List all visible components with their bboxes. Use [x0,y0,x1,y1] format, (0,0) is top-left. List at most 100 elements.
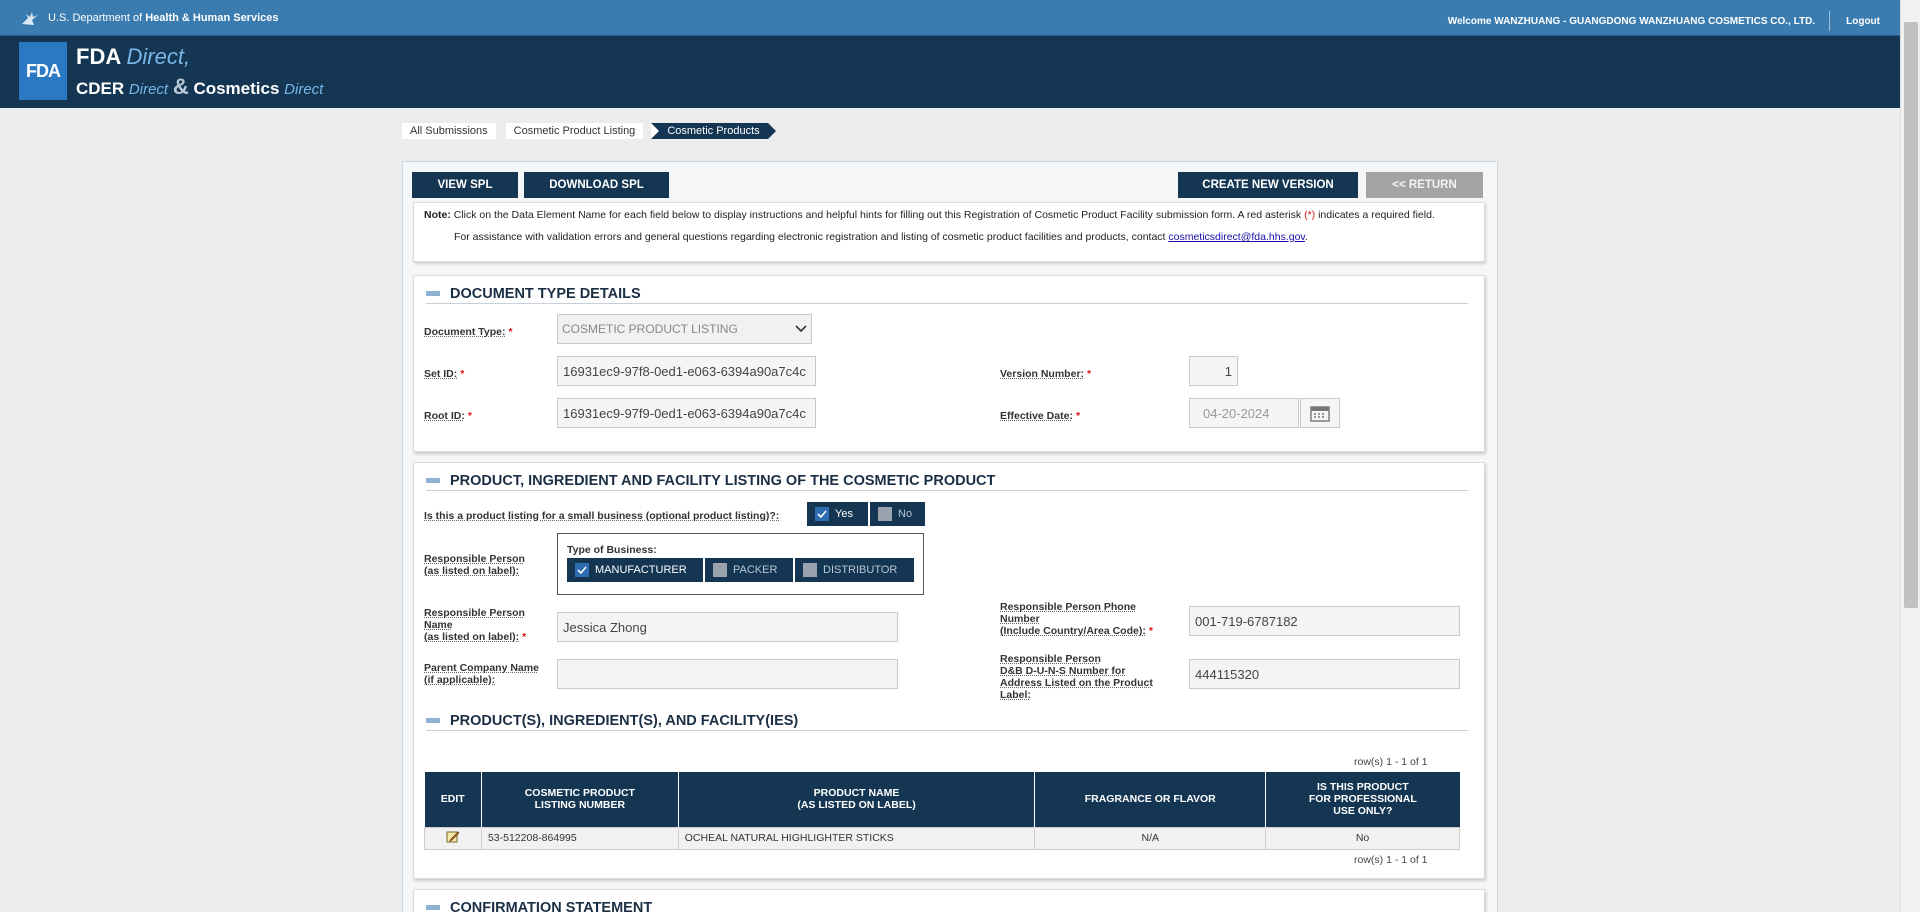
checkbox-icon [878,507,892,521]
phone-label-line1: Responsible Person Phone [1000,601,1136,613]
vertical-scrollbar[interactable] [1900,0,1920,912]
scrollbar-thumb[interactable] [1904,22,1918,608]
document-type-panel: DOCUMENT TYPE DETAILS Document Type: * CO… [413,275,1485,452]
section-title-document-type: DOCUMENT TYPE DETAILS [426,284,1468,304]
brand-direct: Direct, [126,44,191,69]
breadcrumb-all-submissions[interactable]: All Submissions [402,123,496,139]
section-title-text: DOCUMENT TYPE DETAILS [450,285,641,302]
name-label-line1: Responsible Person [424,607,525,619]
required-asterisk: * [508,326,513,338]
name-label-line3: (as listed on label): [424,631,520,643]
version-number-field[interactable]: 1 [1189,356,1238,386]
collapse-icon[interactable] [426,718,440,723]
document-type-value: COSMETIC PRODUCT LISTING [562,322,738,336]
required-asterisk: * [460,368,465,380]
section-title-products: PRODUCT(S), INGREDIENT(S), AND FACILITY(… [426,711,1468,731]
duns-number-label[interactable]: Responsible Person D&B D-U-N-S Number fo… [1000,653,1153,701]
required-asterisk: * [467,410,472,422]
small-business-no[interactable]: No [870,502,925,526]
business-packer[interactable]: PACKER [705,558,793,582]
set-id-label-text: Set ID: [424,368,458,380]
effective-date-field[interactable]: 04-20-2024 [1189,398,1299,428]
duns-number-field[interactable]: 444115320 [1189,659,1460,689]
small-business-label[interactable]: Is this a product listing for a small bu… [424,510,779,522]
checkbox-icon [803,563,817,577]
phone-number-field[interactable]: 001-719-6787182 [1189,606,1460,636]
breadcrumb-cosmetic-product-listing[interactable]: Cosmetic Product Listing [505,123,644,139]
collapse-icon[interactable] [426,291,440,296]
breadcrumb: All Submissions Cosmetic Product Listing… [402,123,778,139]
table-row[interactable]: 53-512208-864995 OCHEAL NATURAL HIGHLIGH… [424,826,1460,850]
chevron-down-icon [795,325,807,333]
set-id-field[interactable]: 16931ec9-97f8-0ed1-e063-6394a90a7c4c [557,356,816,386]
responsible-person-label[interactable]: Responsible Person (as listed on label): [424,553,525,577]
phone-number-label[interactable]: Responsible Person Phone Number (Include… [1000,601,1153,637]
header-product-name[interactable]: PRODUCT NAME (AS LISTED ON LABEL) [678,772,1036,827]
document-type-label[interactable]: Document Type: * [424,326,513,338]
responsible-person-name-label[interactable]: Responsible Person Name (as listed on la… [424,607,526,643]
yes-label: Yes [835,508,853,520]
fda-direct-title: FDA Direct, [76,44,190,70]
assistance-text: For assistance with validation errors an… [454,231,1474,243]
calendar-button[interactable] [1300,398,1340,428]
brand-amp: & [172,74,189,99]
row-count-bottom: row(s) 1 - 1 of 1 [1354,854,1428,866]
assist-period: . [1304,231,1308,243]
header-listing-line1: COSMETIC PRODUCT [524,787,635,800]
fragrance-cell: N/A [1034,826,1267,850]
set-id-label[interactable]: Set ID: * [424,368,464,380]
collapse-icon[interactable] [426,905,440,910]
parent-company-label[interactable]: Parent Company Name (if applicable): [424,662,539,686]
type-of-business-box: Type of Business: MANUFACTURER PACKER DI… [557,533,924,595]
checkbox-checked-icon [575,563,589,577]
root-id-field[interactable]: 16931ec9-97f9-0ed1-e063-6394a90a7c4c [557,398,816,428]
header-professional[interactable]: IS THIS PRODUCT FOR PROFESSIONAL USE ONL… [1265,772,1460,827]
no-label: No [898,508,913,520]
hhs-eagle-icon [22,12,38,25]
fda-logo[interactable]: FDA [19,42,67,100]
document-type-label-text: Document Type: [424,326,506,338]
header-pro-line1: IS THIS PRODUCT [1317,781,1409,794]
create-new-version-button[interactable]: CREATE NEW VERSION [1178,172,1358,198]
note-body-2: indicates a required field. [1318,209,1435,221]
main-container: VIEW SPL DOWNLOAD SPL CREATE NEW VERSION… [402,161,1498,912]
table-header-row: EDIT COSMETIC PRODUCT LISTING NUMBER PRO… [424,772,1460,827]
products-table: EDIT COSMETIC PRODUCT LISTING NUMBER PRO… [424,772,1460,850]
header-name-line1: PRODUCT NAME [813,787,900,800]
header-edit: EDIT [424,772,482,827]
view-spl-button[interactable]: VIEW SPL [412,172,518,198]
header-listing-number[interactable]: COSMETIC PRODUCT LISTING NUMBER [481,772,679,827]
name-label-line2: Name [424,619,453,631]
logout-link[interactable]: Logout [1846,16,1880,27]
collapse-icon[interactable] [426,478,440,483]
root-id-label[interactable]: Root ID: * [424,410,472,422]
calendar-icon [1310,406,1330,422]
header-pro-line3: USE ONLY? [1333,805,1393,818]
contact-email-link[interactable]: cosmeticsdirect@fda.hhs.gov [1168,231,1305,243]
required-asterisk: * [1087,368,1092,380]
welcome-text: Welcome WANZHUANG - GUANGDONG WANZHUANG … [1447,15,1816,27]
product-name-cell: OCHEAL NATURAL HIGHLIGHTER STICKS [677,826,1036,850]
edit-pencil-icon[interactable] [446,830,460,843]
responsible-person-name-field[interactable]: Jessica Zhong [557,612,898,642]
section-title-confirmation: CONFIRMATION STATEMENT [426,898,1468,912]
small-business-yes[interactable]: Yes [807,502,868,526]
duns-label-line1: Responsible Person [1000,653,1101,665]
document-type-select[interactable]: COSMETIC PRODUCT LISTING [557,314,812,344]
header-listing-line2: LISTING NUMBER [534,799,626,812]
brand-cosmetics: Cosmetics [193,79,280,98]
business-distributor[interactable]: DISTRIBUTOR [795,558,914,582]
parent-label-line1: Parent Company Name [424,662,539,674]
breadcrumb-cosmetic-products[interactable]: Cosmetic Products [651,123,776,139]
effective-date-label[interactable]: Effective Date: * [1000,410,1080,422]
required-asterisk: * [1148,625,1153,637]
business-manufacturer[interactable]: MANUFACTURER [567,558,703,582]
parent-company-field[interactable] [557,659,898,689]
edit-cell[interactable] [424,826,482,850]
download-spl-button[interactable]: DOWNLOAD SPL [524,172,669,198]
checkbox-icon [713,563,727,577]
return-button[interactable]: << RETURN [1366,172,1483,198]
version-number-label[interactable]: Version Number: * [1000,368,1091,380]
header-fragrance[interactable]: FRAGRANCE OR FLAVOR [1034,772,1267,827]
header-name-line2: (AS LISTED ON LABEL) [797,799,916,812]
